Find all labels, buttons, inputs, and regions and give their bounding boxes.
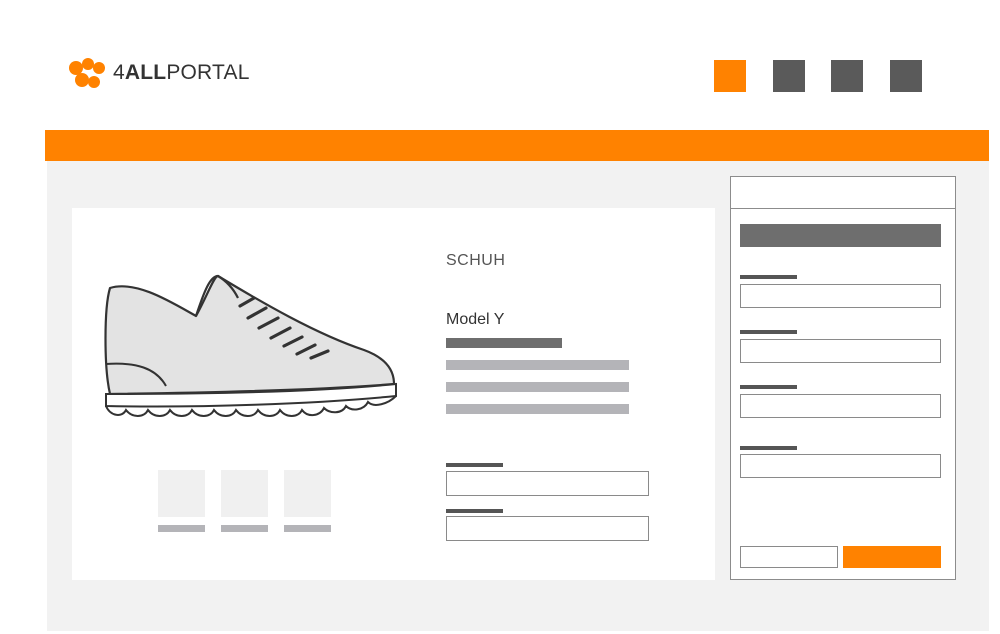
text-placeholder-bar	[446, 382, 629, 392]
nav-square[interactable]	[773, 60, 805, 92]
thumbnail[interactable]	[158, 470, 205, 517]
logo-suffix: PORTAL	[166, 61, 250, 84]
text-placeholder-bar	[446, 360, 629, 370]
nav-square-active[interactable]	[714, 60, 746, 92]
thumbnail-caption-placeholder	[221, 525, 268, 532]
field-label-placeholder	[740, 275, 797, 279]
panel-field[interactable]	[740, 284, 941, 308]
logo-hex	[75, 73, 89, 87]
thumbnail-caption-placeholder	[284, 525, 331, 532]
nav-square[interactable]	[831, 60, 863, 92]
field-label-placeholder	[740, 446, 797, 450]
panel-field[interactable]	[740, 339, 941, 363]
product-brand: SCHUH	[446, 252, 506, 269]
panel-field[interactable]	[740, 394, 941, 418]
product-model: Model Y	[446, 311, 505, 328]
thumbnail-caption-placeholder	[158, 525, 205, 532]
field-label-placeholder	[446, 463, 503, 467]
panel-field[interactable]	[740, 454, 941, 478]
text-placeholder-bar	[446, 404, 629, 414]
logo-hex	[93, 62, 105, 74]
product-field[interactable]	[446, 516, 649, 541]
thumbnail[interactable]	[221, 470, 268, 517]
logo-hex	[88, 76, 100, 88]
logo-hex	[82, 58, 94, 70]
side-panel-header	[731, 177, 955, 209]
logo-text: 4ALLPORTAL	[113, 60, 250, 86]
field-label-placeholder	[740, 385, 797, 389]
side-panel-title-placeholder	[740, 224, 941, 247]
thumbnail[interactable]	[284, 470, 331, 517]
shoe-upper	[104, 274, 396, 396]
field-label-placeholder	[740, 330, 797, 334]
logo-bold: ALL	[124, 61, 167, 84]
logo-hexagons-icon	[69, 58, 105, 88]
logo-prefix: 4	[113, 61, 125, 84]
text-placeholder-bar	[446, 338, 562, 348]
top-bar	[45, 130, 989, 161]
logo-hex	[69, 61, 83, 75]
nav-square[interactable]	[890, 60, 922, 92]
sneaker-icon	[104, 274, 397, 417]
save-button[interactable]	[843, 546, 941, 568]
cancel-button[interactable]	[740, 546, 838, 568]
product-field[interactable]	[446, 471, 649, 496]
field-label-placeholder	[446, 509, 503, 513]
